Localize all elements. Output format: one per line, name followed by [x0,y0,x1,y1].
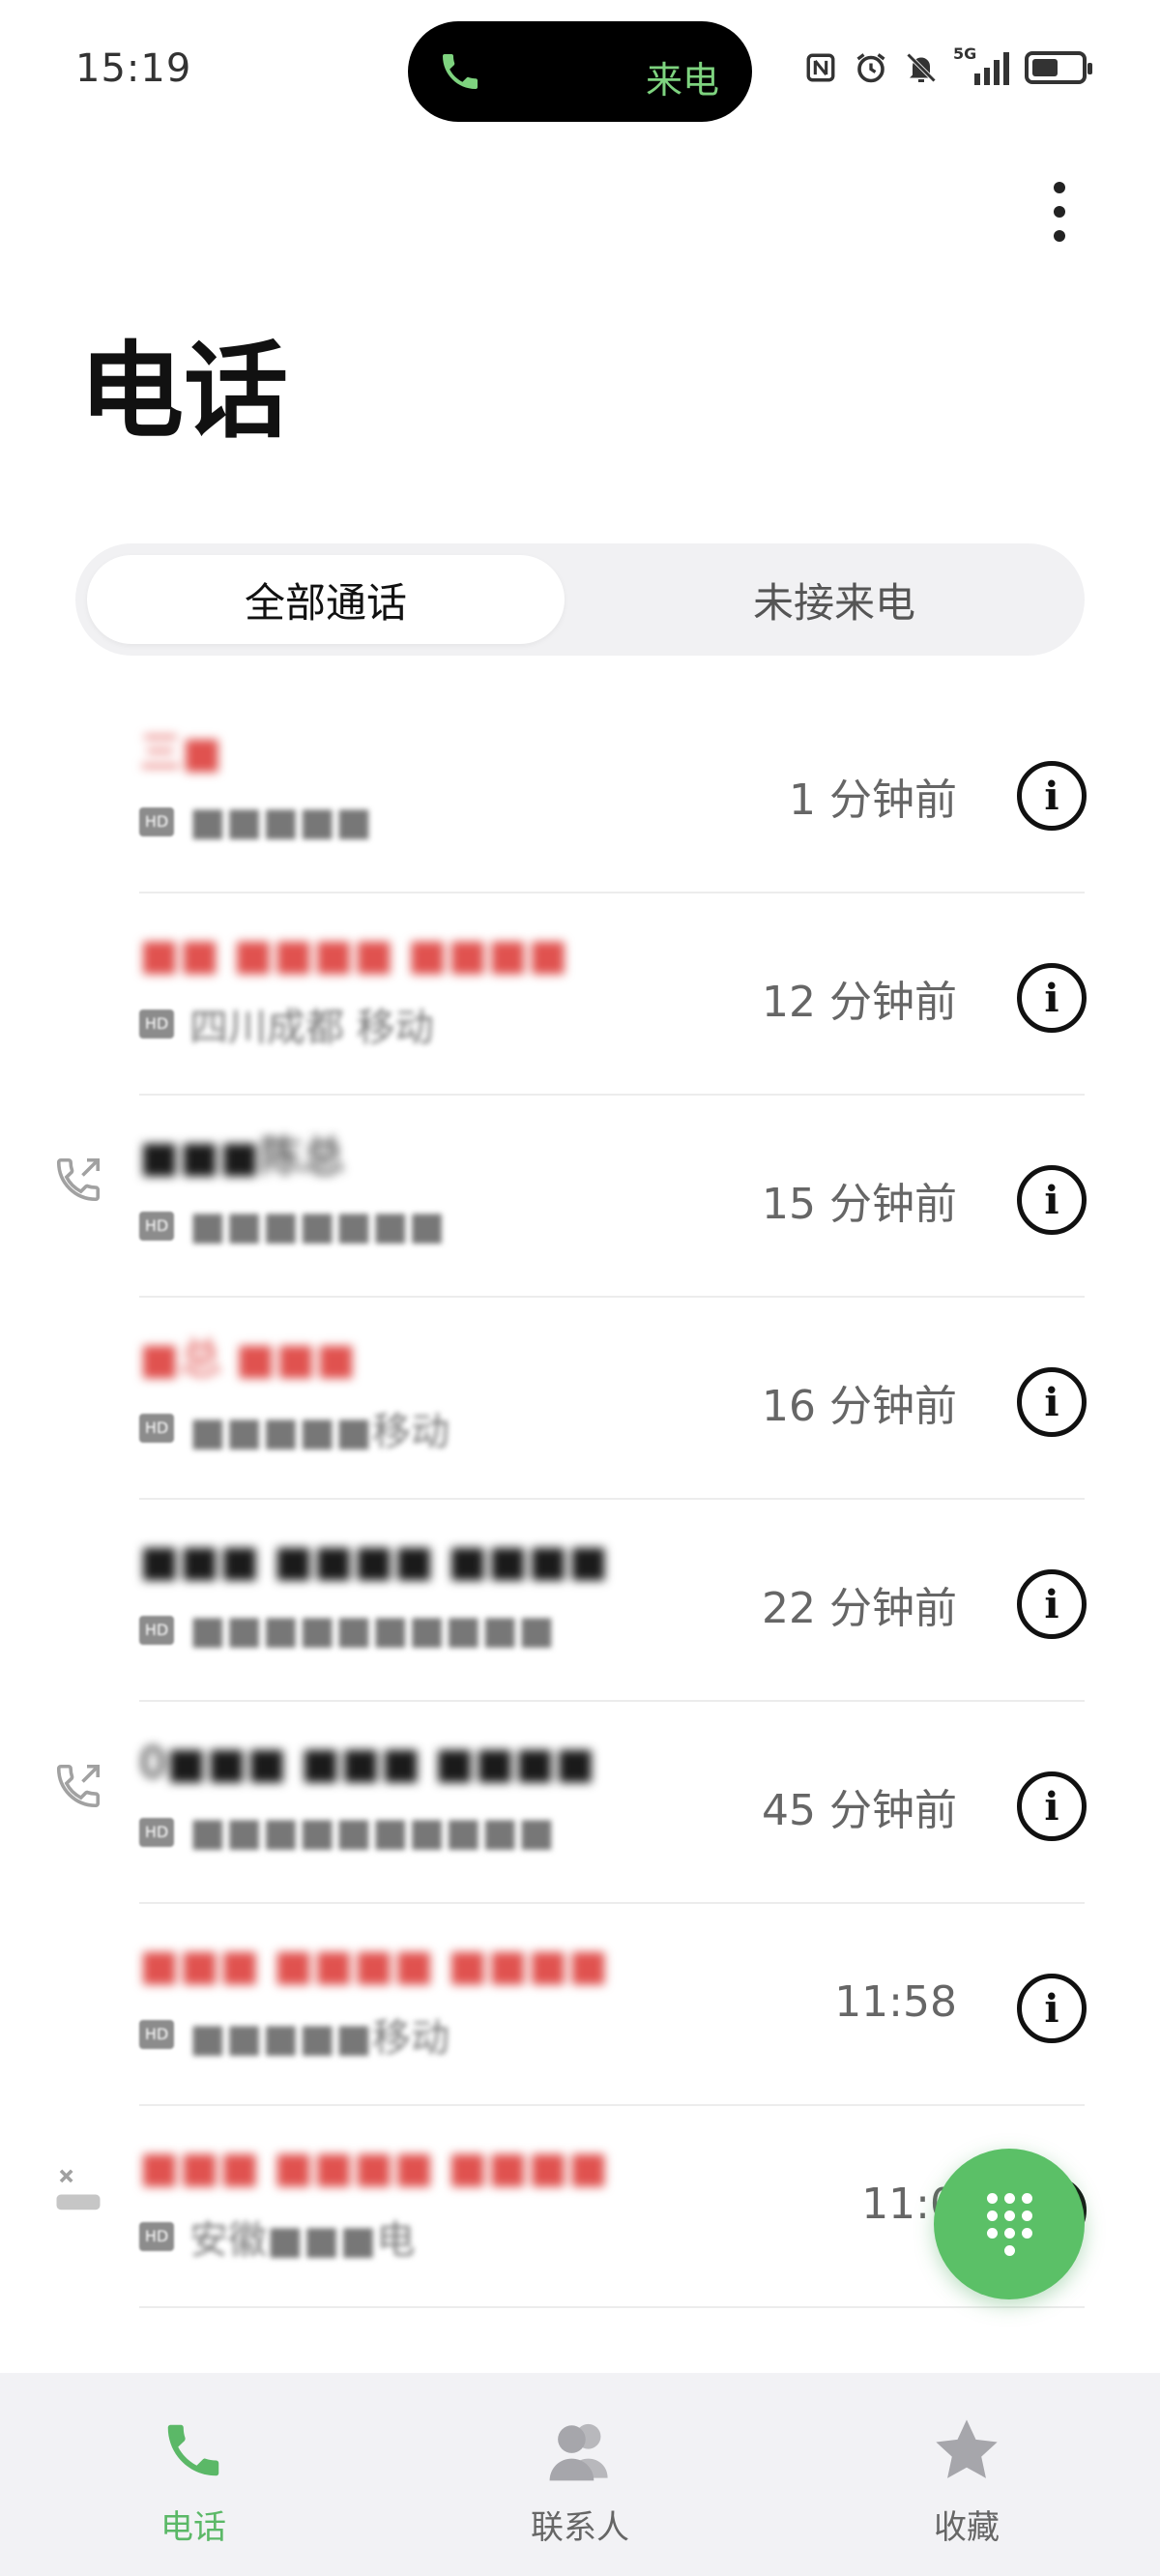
caller-name: 三■ [139,728,222,777]
nav-label-phone: 电话 [160,2508,226,2547]
dialpad-icon [986,2192,1032,2256]
mute-bell-icon [903,48,940,87]
hd-badge-icon: HD [139,2020,174,2049]
star-icon [928,2412,1005,2489]
tab-all-calls[interactable]: 全部通话 [87,555,565,644]
bottom-navigation: 电话 联系人 收藏 [0,2373,1160,2576]
info-icon[interactable]: i [1017,963,1087,1033]
hd-badge-icon: HD [139,1212,174,1241]
call-subline: HD ■■■■■移动 [139,2010,450,2061]
info-icon[interactable]: i [1017,1165,1087,1235]
caller-name: ■■■陈总 [139,1132,345,1182]
call-time: 16 分钟前 [762,1382,957,1431]
nav-item-favorites[interactable]: 收藏 [773,2373,1160,2576]
caller-location: ■■■■■■■■■■ [189,1810,555,1855]
signal-icon: 5G [953,44,1011,87]
tab-missed-calls[interactable]: 未接来电 [595,555,1073,644]
nav-label-contacts: 联系人 [531,2508,629,2547]
outgoing-call-icon [52,1760,104,1812]
row-divider [139,2306,1085,2308]
call-subline: HD ■■■■■■■ [139,1202,446,1250]
call-filter-tabs: 全部通话 未接来电 [75,543,1085,656]
info-icon[interactable]: i [1017,761,1087,831]
info-icon[interactable]: i [1017,1974,1087,2043]
call-time: 11:58 [834,1977,957,2027]
battery-icon [1025,51,1092,84]
call-subline: HD ■■■■■移动 [139,1404,450,1454]
more-options-icon[interactable] [1032,178,1087,246]
hd-badge-icon: HD [139,2222,174,2251]
network-type: 5G [953,44,977,63]
info-icon[interactable]: i [1017,1771,1087,1841]
hd-badge-icon: HD [139,1010,174,1039]
phone-icon [443,54,478,89]
caller-name: ■■■ ■■■■ ■■■■ [139,2143,609,2192]
call-log-row[interactable]: 0■■■ ■■■ ■■■■ HD ■■■■■■■■■■ 45 分钟前 i [0,1702,1160,1904]
incoming-call-label: 来电 [645,59,719,102]
contacts-icon [541,2412,619,2489]
call-time: 1 分钟前 [789,776,957,825]
call-time: 45 分钟前 [762,1786,957,1835]
outgoing-call-icon [52,1154,104,1206]
call-log-list: 三■ HD ■■■■■ 1 分钟前 i ■■ ■■■■ ■■■■ HD 四川成都 移动 12 分… [0,691,1160,2308]
status-bar: 15:19 来电 5G [0,0,1160,145]
nfc-icon [802,48,839,87]
hd-badge-icon: HD [139,807,174,836]
status-icons: 5G [802,44,1092,87]
call-log-row[interactable]: ■总 ■■■ HD ■■■■■移动 16 分钟前 i [0,1298,1160,1500]
call-time: 22 分钟前 [762,1584,957,1633]
call-subline: HD ■■■■■■■■■■ [139,1606,555,1654]
caller-location: ■■■■■■■ [189,1204,446,1248]
call-time: 15 分钟前 [762,1180,957,1229]
phone-icon [155,2412,232,2489]
caller-name: ■■■ ■■■■ ■■■■ [139,1537,609,1586]
call-log-row[interactable]: ■■■ ■■■■ ■■■■ HD ■■■■■移动 11:58 i [0,1904,1160,2106]
caller-name: ■总 ■■■ [139,1334,357,1384]
page-title: 电话 [79,332,289,453]
call-subline: HD 安徽■■■电 [139,2212,415,2263]
info-icon[interactable]: i [1017,1367,1087,1437]
nav-item-contacts[interactable]: 联系人 [387,2373,773,2576]
caller-location: ■■■■■移动 [189,2016,450,2061]
call-log-row[interactable]: ■■■ ■■■■ ■■■■ HD ■■■■■■■■■■ 22 分钟前 i [0,1500,1160,1702]
caller-name: ■■ ■■■■ ■■■■ [139,930,568,980]
caller-location: 安徽■■■电 [189,2218,416,2263]
incoming-call-pill[interactable]: 来电 [408,21,752,122]
hd-badge-icon: HD [139,1616,174,1645]
call-subline: HD ■■■■■■■■■■ [139,1808,555,1857]
caller-location: ■■■■■ [189,800,372,844]
caller-location: ■■■■■移动 [189,1410,450,1454]
caller-location: ■■■■■■■■■■ [189,1608,555,1653]
call-log-row[interactable]: ■■■陈总 HD ■■■■■■■ 15 分钟前 i [0,1096,1160,1298]
nav-item-phone[interactable]: 电话 [0,2373,387,2576]
caller-name: 0■■■ ■■■ ■■■■ [139,1739,595,1788]
status-time: 15:19 [75,46,192,91]
call-log-row[interactable]: 三■ HD ■■■■■ 1 分钟前 i [0,691,1160,893]
caller-name: ■■■ ■■■■ ■■■■ [139,1941,609,1990]
caller-location: 四川成都 移动 [189,1006,434,1050]
hd-badge-icon: HD [139,1818,174,1847]
rejected-call-icon [52,2164,104,2216]
call-subline: HD 四川成都 移动 [139,1000,434,1050]
hd-badge-icon: HD [139,1414,174,1443]
alarm-icon [853,48,889,87]
dialpad-button[interactable] [934,2149,1085,2299]
call-time: 12 分钟前 [762,978,957,1027]
nav-label-favorites: 收藏 [934,2508,1000,2547]
call-subline: HD ■■■■■ [139,798,372,846]
info-icon[interactable]: i [1017,1569,1087,1639]
call-log-row[interactable]: ■■ ■■■■ ■■■■ HD 四川成都 移动 12 分钟前 i [0,893,1160,1096]
